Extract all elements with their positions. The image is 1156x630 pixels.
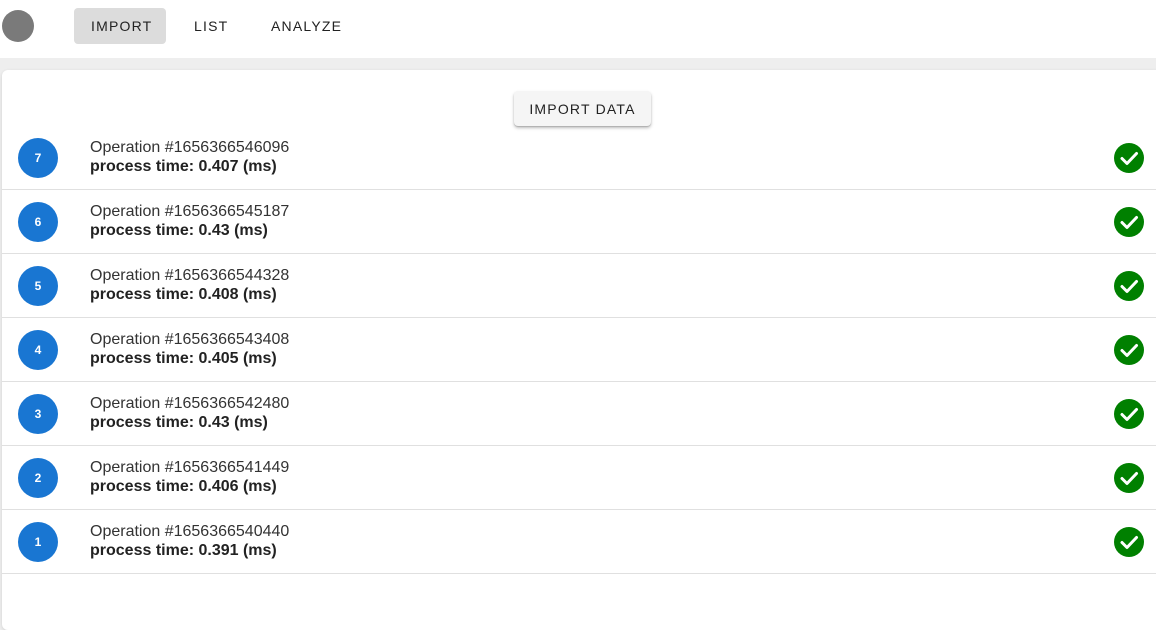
operation-process-time: process time: 0.406 (ms) [90, 478, 277, 495]
check-circle-icon [1114, 399, 1144, 429]
operation-process-time: process time: 0.391 (ms) [90, 542, 277, 559]
operation-name: Operation #1656366542480 [90, 395, 290, 412]
operation-name: Operation #1656366541449 [90, 459, 290, 476]
operation-process-time: process time: 0.43 (ms) [90, 222, 268, 239]
operation-name: Operation #1656366545187 [90, 203, 290, 220]
check-circle-icon [1114, 143, 1144, 173]
tab-import[interactable]: IMPORT [74, 8, 166, 44]
operation-name: Operation #1656366540440 [90, 523, 290, 540]
check-circle-icon [1114, 271, 1144, 301]
operation-process-time: process time: 0.408 (ms) [90, 286, 277, 303]
avatar[interactable] [2, 10, 34, 42]
list-item: 7 Operation #1656366546096 process time:… [2, 126, 1156, 190]
tab-list[interactable]: LIST [177, 8, 245, 44]
list-item: 1 Operation #1656366540440 process time:… [2, 510, 1156, 574]
list-item: 6 Operation #1656366545187 process time:… [2, 190, 1156, 254]
operation-name: Operation #1656366543408 [90, 331, 290, 348]
operation-process-time: process time: 0.407 (ms) [90, 158, 277, 175]
operation-name: Operation #1656366546096 [90, 139, 290, 156]
tab-analyze[interactable]: ANALYZE [254, 8, 359, 44]
operation-index-badge: 2 [18, 458, 58, 498]
list-item: 4 Operation #1656366543408 process time:… [2, 318, 1156, 382]
import-data-button[interactable]: IMPORT DATA [514, 91, 651, 126]
check-circle-icon [1114, 335, 1144, 365]
operation-process-time: process time: 0.43 (ms) [90, 414, 268, 431]
list-item: 3 Operation #1656366542480 process time:… [2, 382, 1156, 446]
check-circle-icon [1114, 527, 1144, 557]
operation-index-badge: 4 [18, 330, 58, 370]
operation-process-time: process time: 0.405 (ms) [90, 350, 277, 367]
check-circle-icon [1114, 463, 1144, 493]
operation-index-badge: 5 [18, 266, 58, 306]
top-app-bar: IMPORT LIST ANALYZE [0, 0, 1156, 58]
operations-list: 7 Operation #1656366546096 process time:… [2, 126, 1156, 574]
operation-index-badge: 6 [18, 202, 58, 242]
list-item: 2 Operation #1656366541449 process time:… [2, 446, 1156, 510]
operation-index-badge: 3 [18, 394, 58, 434]
import-panel: IMPORT DATA 7 Operation #1656366546096 p… [2, 70, 1156, 630]
check-circle-icon [1114, 207, 1144, 237]
operation-index-badge: 7 [18, 138, 58, 178]
list-item: 5 Operation #1656366544328 process time:… [2, 254, 1156, 318]
operation-name: Operation #1656366544328 [90, 267, 290, 284]
operation-index-badge: 1 [18, 522, 58, 562]
